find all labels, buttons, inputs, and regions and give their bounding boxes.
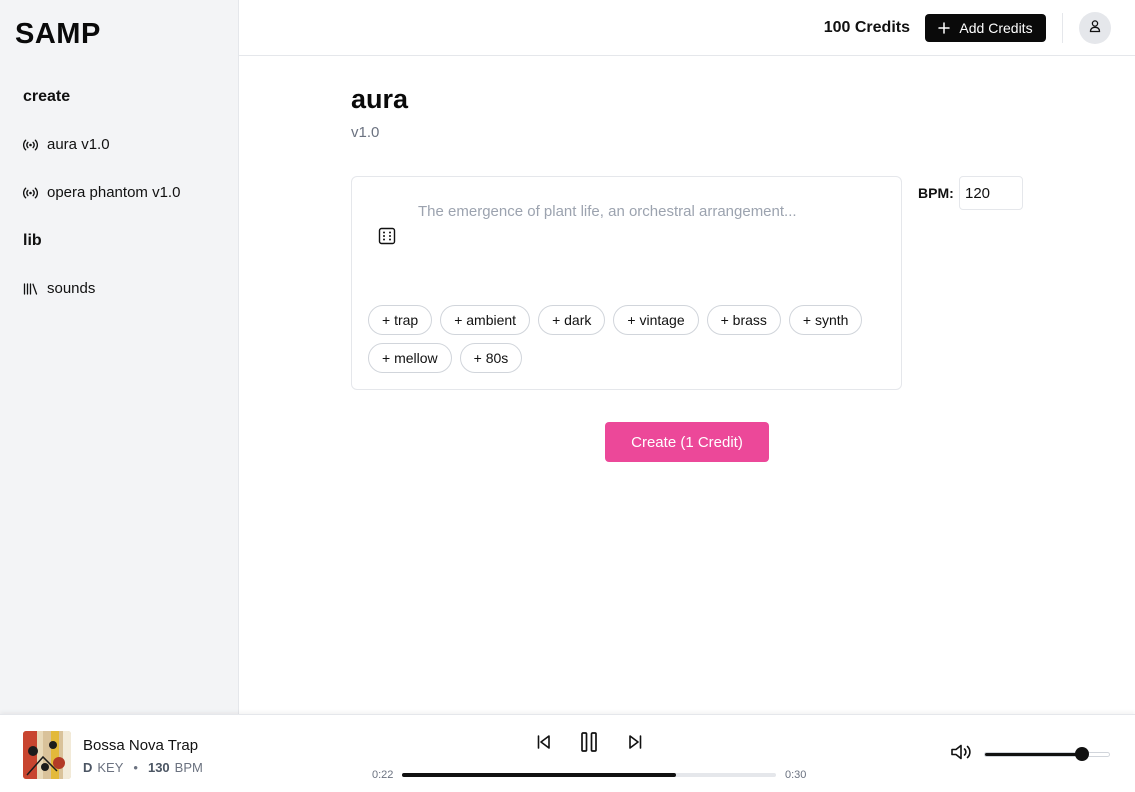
user-avatar-button[interactable] [1079,12,1111,44]
sidebar-item-opera-phantom[interactable]: opera phantom v1.0 [23,184,180,201]
add-credits-button[interactable]: Add Credits [925,14,1046,42]
tag-dark[interactable]: + dark [538,305,606,335]
progress-fill [402,773,677,777]
tag-ambient[interactable]: + ambient [440,305,531,335]
tag-synth[interactable]: + synth [788,305,863,335]
sidebar-item-label: sounds [47,280,96,297]
pause-button[interactable] [577,731,601,758]
tag-mellow[interactable]: + mellow [368,343,452,373]
current-time: 0:22 [372,769,394,781]
style-tags: + trap + ambient + dark + vintage + bras… [368,305,888,373]
player-bar: Bossa Nova Trap D KEY • 130 BPM 0:22 0:3… [0,714,1135,792]
user-icon [1088,19,1102,38]
next-track-button[interactable] [623,732,647,756]
tag-80s[interactable]: + 80s [459,343,523,373]
plus-icon [938,19,951,37]
pause-icon [579,731,599,758]
tag-brass[interactable]: + brass [706,305,781,335]
bpm-input[interactable] [959,176,1023,210]
skip-back-icon [535,733,553,756]
dice-icon [378,227,396,250]
track-bpm-value: 130 [147,760,170,775]
sidebar: SAMP create aura v1.0 opera phantom v1.0 [0,0,239,714]
volume-thumb[interactable] [1075,747,1090,761]
nav-heading-lib: lib [23,232,42,249]
track-key-label: KEY [97,760,124,775]
total-time: 0:30 [785,769,807,781]
mute-button[interactable] [950,744,972,764]
prompt-input[interactable] [418,203,878,283]
header-divider [1062,13,1063,43]
volume-slider[interactable] [984,752,1110,757]
credits-balance: 100 Credits [823,19,910,36]
create-button[interactable]: Create (1 Credit) [605,422,769,462]
track-bpm-label: BPM [174,760,203,775]
meta-separator: • [133,760,138,775]
top-header: 100 Credits Add Credits [239,0,1135,56]
tag-vintage[interactable]: + vintage [613,305,699,335]
sidebar-item-label: opera phantom v1.0 [47,184,181,201]
random-prompt-button[interactable] [377,227,397,250]
volume-icon [950,743,972,766]
skip-forward-icon [626,733,644,756]
prompt-card: + trap + ambient + dark + vintage + bras… [351,176,902,390]
progress-bar[interactable] [402,773,776,777]
track-key-value: D [83,760,93,775]
track-meta: D KEY • 130 BPM [83,760,203,775]
sidebar-item-label: aura v1.0 [47,136,110,153]
sidebar-item-aura[interactable]: aura v1.0 [23,136,110,153]
page-version: v1.0 [351,124,380,141]
library-icon [23,281,38,296]
radio-icon [23,185,38,200]
add-credits-label: Add Credits [959,20,1033,36]
bpm-label: BPM: [918,185,954,201]
tag-trap[interactable]: + trap [368,305,433,335]
nav-heading-create: create [23,88,71,105]
app-logo[interactable]: SAMP [15,18,101,51]
volume-fill [985,753,1082,756]
sidebar-item-sounds[interactable]: sounds [23,280,95,297]
page-title: aura [351,84,409,114]
previous-track-button[interactable] [532,732,556,756]
track-cover-art[interactable] [23,731,71,779]
radio-icon [23,137,38,152]
track-title: Bossa Nova Trap [83,737,199,754]
